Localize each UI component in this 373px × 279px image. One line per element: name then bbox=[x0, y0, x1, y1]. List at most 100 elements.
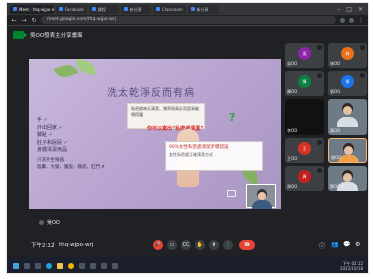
site-favicon-icon bbox=[91, 7, 96, 11]
site-favicon-icon bbox=[190, 7, 195, 11]
address-bar: ← → ↻ meet.google.com/thq-wjpo-wrj ⋮ bbox=[7, 15, 368, 26]
browser-tab-strip: Meet - thq-wjpo-wrj Facebook 課程 新分頁 Clas… bbox=[7, 3, 368, 15]
participant-tile-speaking[interactable]: 謝OO bbox=[328, 138, 367, 163]
browser-tab-meet[interactable]: Meet - thq-wjpo-wrj bbox=[10, 4, 54, 14]
mic-off-icon bbox=[39, 220, 44, 225]
presenter-self-view bbox=[246, 184, 276, 209]
activities-icon[interactable]: ⚙ bbox=[355, 241, 360, 248]
checklist-item: 腳趾 ✓ bbox=[37, 132, 53, 138]
slide-bottom-note: 只洗外生殖器 陰囊、大腿、腹股、腳底、肛門 ✗ bbox=[37, 158, 106, 170]
participant-tile[interactable]: 黃OO bbox=[328, 99, 367, 135]
browser-tab-new-2[interactable]: 新分頁 bbox=[187, 4, 218, 14]
person-body bbox=[337, 117, 358, 127]
facebook-favicon-icon bbox=[59, 7, 63, 11]
more-options-button[interactable]: ⋮ bbox=[223, 240, 233, 250]
edge-icon[interactable] bbox=[46, 263, 52, 269]
participant-name: 黃OO bbox=[330, 128, 341, 133]
avatar: 林 bbox=[341, 47, 354, 60]
checklist-item: 肚子和屁屁 ✓ bbox=[37, 139, 68, 146]
camera-toggle-button[interactable]: ▭ bbox=[167, 240, 177, 250]
checklist-item: 身體清潔用品 bbox=[37, 147, 68, 153]
task-view-icon[interactable] bbox=[35, 263, 41, 269]
system-tray-clock[interactable]: 下午 02:12 2022/10/18 bbox=[340, 261, 368, 271]
browser-tab-course[interactable]: 課程 bbox=[88, 4, 119, 14]
slide-title: 洗太乾淨反而有病 bbox=[107, 88, 195, 99]
participant-name: 王OO bbox=[287, 156, 298, 161]
mic-off-icon bbox=[317, 140, 322, 145]
mic-off-icon bbox=[317, 73, 322, 78]
more-vert-icon[interactable]: ⋮ bbox=[358, 17, 364, 24]
participant-tile[interactable]: 林 林OO bbox=[328, 43, 367, 68]
chrome-icon[interactable] bbox=[68, 263, 74, 269]
url-field[interactable]: meet.google.com/thq-wjpo-wrj bbox=[41, 16, 336, 24]
file-explorer-icon[interactable] bbox=[57, 263, 63, 269]
info-icon[interactable]: ⓘ bbox=[319, 241, 325, 250]
participant-tile-others[interactable]: 鄭OO 等 17 位 bbox=[328, 166, 367, 191]
participant-name: 李OO bbox=[287, 128, 298, 133]
question-mark-icon: ? bbox=[229, 111, 236, 124]
screen: Meet - thq-wjpo-wrj Facebook 課程 新分頁 Clas… bbox=[6, 2, 369, 274]
raise-hand-button[interactable]: ✋ bbox=[195, 240, 205, 250]
presentation-control-icon[interactable] bbox=[227, 190, 236, 197]
meet-header: 吳OO發表主分享畫面 bbox=[7, 26, 368, 43]
participant-name: 張OO bbox=[330, 89, 341, 94]
participant-name: 吳OO bbox=[287, 61, 298, 66]
avatar: 周 bbox=[298, 170, 311, 183]
app-icon[interactable] bbox=[101, 263, 107, 269]
people-icon[interactable]: 👥 bbox=[331, 241, 338, 248]
mic-off-icon bbox=[317, 45, 322, 50]
present-button[interactable]: ⬆ bbox=[209, 240, 219, 250]
profile-avatar-icon[interactable] bbox=[349, 17, 354, 23]
presentation-title: 吳OO發表主分享畫面 bbox=[30, 32, 83, 39]
app-icon[interactable] bbox=[112, 263, 118, 269]
back-arrow-icon[interactable]: ← bbox=[11, 17, 17, 24]
mic-off-icon bbox=[360, 73, 365, 78]
browser-tab-classroom[interactable]: Classroom bbox=[152, 4, 186, 14]
forward-arrow-icon[interactable]: → bbox=[21, 17, 27, 24]
checklist-item: 手 ✓ bbox=[37, 117, 48, 123]
participant-tile[interactable]: 周 周OO bbox=[285, 166, 324, 191]
avatar: 陳 bbox=[298, 75, 311, 88]
avatar: 吳 bbox=[298, 47, 311, 60]
participant-name: 陳OO bbox=[287, 89, 298, 94]
slide-callout-box: 90%女性私密處清潔步驟錯誤 女性私密處正確清潔方式 bbox=[165, 141, 263, 171]
checklist-item: 外出回家 ✓ bbox=[37, 124, 63, 131]
toolbar-divider: | bbox=[53, 242, 55, 248]
mic-off-icon bbox=[317, 168, 322, 173]
chat-icon[interactable]: 💬 bbox=[343, 241, 350, 248]
app-icon[interactable] bbox=[90, 263, 96, 269]
extension-icon[interactable] bbox=[340, 17, 345, 23]
person-face bbox=[344, 146, 353, 155]
captions-button[interactable]: CC bbox=[181, 240, 191, 250]
window-controls: – □ × bbox=[337, 6, 368, 13]
participant-name: 謝OO bbox=[331, 155, 342, 160]
app-icon[interactable] bbox=[79, 263, 85, 269]
participant-tile[interactable]: 吳 吳OO bbox=[285, 43, 324, 68]
participant-name: 林OO bbox=[330, 61, 341, 66]
search-icon[interactable] bbox=[24, 263, 30, 269]
person-face bbox=[343, 173, 352, 182]
avatar: 王 bbox=[298, 142, 311, 155]
maximize-icon[interactable]: □ bbox=[346, 6, 352, 13]
presenter-label: 吳OO bbox=[39, 219, 60, 226]
minimize-icon[interactable]: – bbox=[337, 6, 340, 13]
site-favicon-icon bbox=[123, 7, 128, 11]
participant-tile[interactable]: 李OO bbox=[285, 99, 324, 135]
leaf-decoration-icon bbox=[53, 61, 79, 81]
person-face bbox=[258, 192, 266, 200]
end-call-button[interactable]: ☎ bbox=[239, 240, 255, 250]
reload-icon[interactable]: ↻ bbox=[31, 17, 37, 24]
browser-tab-facebook[interactable]: Facebook bbox=[56, 4, 87, 14]
participant-tile[interactable]: 陳 陳OO bbox=[285, 71, 324, 96]
close-icon[interactable]: × bbox=[358, 6, 363, 13]
participant-name: 鄭OO 等 17 位 bbox=[330, 184, 358, 189]
shared-slide: 洗太乾淨反而有病 手 ✓ 外出回家 ✓ 腳趾 ✓ 肚子和屁屁 ✓ 身體清潔用品 … bbox=[29, 59, 281, 209]
mic-toggle-button[interactable]: 🎤 bbox=[153, 240, 163, 250]
windows-start-icon[interactable] bbox=[13, 263, 19, 269]
meet-logo-icon bbox=[13, 30, 27, 39]
avatar: 張 bbox=[341, 75, 354, 88]
person-body bbox=[252, 200, 272, 209]
participant-tile[interactable]: 張 張OO bbox=[328, 71, 367, 96]
participant-tile[interactable]: 王 王OO bbox=[285, 138, 324, 163]
browser-tab-new-1[interactable]: 新分頁 bbox=[120, 4, 151, 14]
